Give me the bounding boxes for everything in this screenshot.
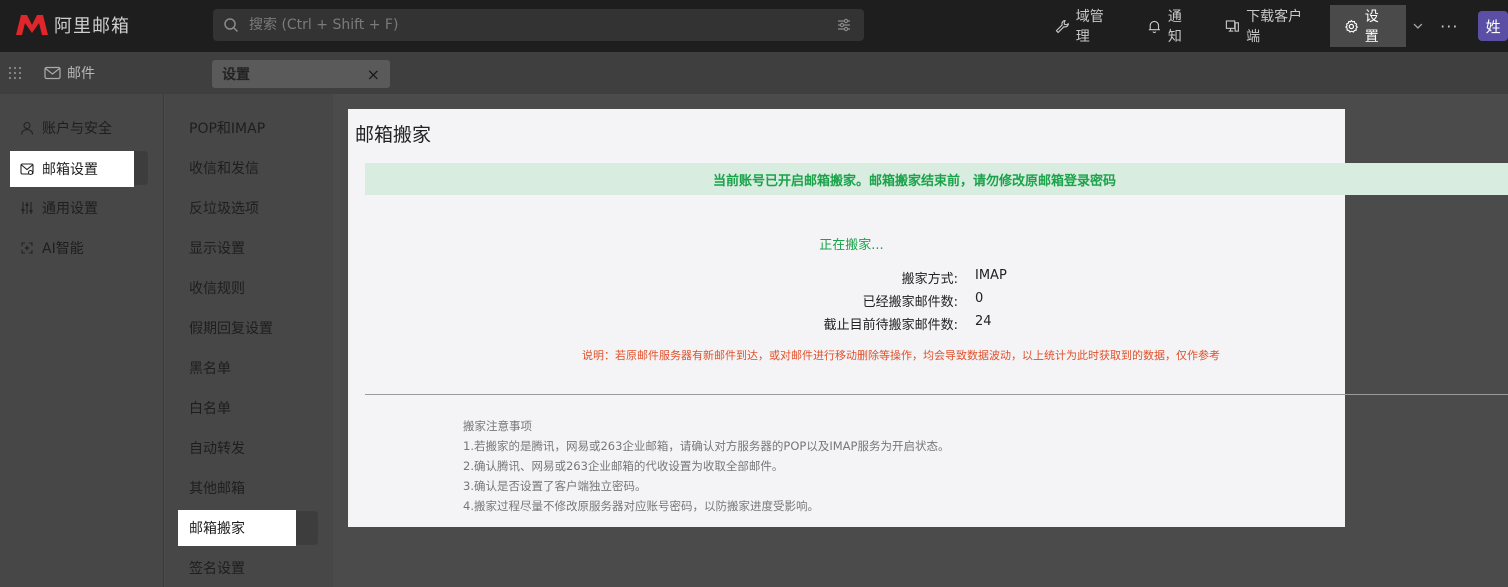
tip-item: 1.若搬家的是腾讯，网易或263企业邮箱，请确认对方服务器的POP以及IMAP服… (463, 439, 950, 453)
subnav-item-signature[interactable]: 签名设置 (178, 550, 296, 586)
notification-label: 通知 (1167, 9, 1182, 45)
nav-item-ai[interactable]: AI智能 (10, 230, 134, 266)
subnav-item-auto-forward[interactable]: 自动转发 (178, 430, 296, 466)
subnav-item-display[interactable]: 显示设置 (178, 230, 296, 266)
moved-count-value: 0 (975, 291, 984, 306)
migration-method-row: 搬家方式: IMAP (348, 268, 1345, 287)
nav-item-general-settings[interactable]: 通用设置 (10, 190, 134, 226)
dialog-title: 邮箱搬家 (355, 124, 432, 146)
subnav-item-pop-imap[interactable]: POP和IMAP (178, 110, 296, 146)
moved-count-label: 已经搬家邮件数: (862, 295, 958, 310)
domain-management-label: 域管理 (1075, 9, 1104, 45)
mailbox-settings-icon (20, 163, 34, 175)
migration-tips: 搬家注意事项 1.若搬家的是腾讯，网易或263企业邮箱，请确认对方服务器的POP… (463, 416, 949, 516)
pending-count-value: 24 (975, 314, 992, 329)
data-fluctuation-note: 说明：若原邮件服务器有新邮件到达，或对邮件进行移动删除等操作，均会导致数据波动，… (582, 349, 1220, 362)
bell-icon (1148, 20, 1160, 33)
mailbox-migration-dialog: 邮箱搬家 当前账号已开启邮箱搬家。邮箱搬家结束前，请勿修改原邮箱登录密码 正在搬… (348, 109, 1508, 527)
subnav-item-other-mailbox[interactable]: 其他邮箱 (178, 470, 296, 506)
nav-item-label: 邮箱设置 (42, 162, 98, 178)
wrench-icon (1055, 19, 1069, 33)
search-bar[interactable] (213, 9, 864, 41)
nav-item-mailbox-settings[interactable]: 邮箱设置 (10, 151, 134, 187)
migration-active-banner: 当前账号已开启邮箱搬家。邮箱搬家结束前，请勿修改原邮箱登录密码 (365, 163, 1508, 195)
migration-status: 正在搬家... (819, 238, 884, 253)
active-indicator (134, 151, 148, 185)
filter-icon[interactable] (836, 17, 852, 33)
close-tab-button[interactable]: × (367, 65, 380, 84)
nav-item-label: 账户与安全 (42, 121, 112, 137)
subnav-item-whitelist[interactable]: 白名单 (178, 390, 296, 426)
desktop-client-icon (1226, 19, 1240, 32)
top-bar: 阿里邮箱 域管理 通知 (0, 0, 1508, 52)
pending-count-row: 截止目前待搬家邮件数: 24 (348, 314, 1345, 333)
tip-item: 3.确认是否设置了客户端独立密码。 (463, 479, 647, 493)
settings-label: 设置 (1364, 9, 1379, 45)
avatar[interactable]: 姓 (1478, 11, 1508, 41)
pending-count-label: 截止目前待搬家邮件数: (823, 318, 958, 333)
logo-icon (16, 15, 48, 35)
tips-title: 搬家注意事项 (463, 419, 532, 433)
app-grid-icon[interactable] (8, 66, 22, 80)
nav-item-label: 通用设置 (42, 201, 98, 217)
search-icon (224, 18, 239, 33)
domain-management-button[interactable]: 域管理 (1040, 0, 1132, 52)
subnav-item-inbox-rules[interactable]: 收信规则 (178, 270, 296, 306)
logo-text: 阿里邮箱 (54, 16, 130, 37)
envelope-icon (44, 66, 61, 80)
top-actions: 域管理 通知 下载客户端 设置 ··· 姓 (1040, 0, 1508, 52)
tip-item: 4.搬家过程尽量不修改原服务器对应账号密码，以防搬家进度受影响。 (463, 499, 819, 513)
notification-button[interactable]: 通知 (1132, 0, 1210, 52)
nav-item-account-security[interactable]: 账户与安全 (10, 110, 134, 146)
nav-item-label: AI智能 (42, 241, 84, 257)
tab-settings-label: 设置 (222, 67, 250, 83)
search-input[interactable] (249, 17, 836, 33)
download-client-label: 下载客户端 (1246, 9, 1303, 45)
subnav-item-blacklist[interactable]: 黑名单 (178, 350, 296, 386)
tab-mail[interactable]: 邮件 (44, 63, 95, 83)
gear-icon (1345, 19, 1358, 33)
tab-bar: 邮件 设置 × (0, 52, 1508, 94)
settings-category-nav: 账户与安全 邮箱设置 通用设置 AI智能 (0, 94, 164, 587)
migration-method-value: IMAP (975, 268, 1007, 283)
subnav-item-antispam[interactable]: 反垃圾选项 (178, 190, 296, 226)
divider (365, 394, 1508, 395)
more-menu-button[interactable]: ··· (1430, 17, 1468, 36)
sliders-icon (21, 202, 33, 214)
chevron-down-icon[interactable] (1412, 20, 1424, 32)
user-icon (20, 121, 34, 135)
migration-method-label: 搬家方式: (901, 272, 958, 287)
tab-mail-label: 邮件 (67, 66, 95, 82)
ai-icon (21, 242, 33, 254)
tip-item: 2.确认腾讯、网易或263企业邮箱的代收设置为收取全部邮件。 (463, 459, 784, 473)
download-client-button[interactable]: 下载客户端 (1210, 0, 1330, 52)
subnav-item-mailbox-migration[interactable]: 邮箱搬家 (178, 510, 296, 546)
banner-text: 当前账号已开启邮箱搬家。邮箱搬家结束前，请勿修改原邮箱登录密码 (713, 173, 1117, 189)
mailbox-settings-subnav: POP和IMAP 收信和发信 反垃圾选项 显示设置 收信规则 假期回复设置 黑名… (165, 94, 333, 587)
subnav-item-vacation-reply[interactable]: 假期回复设置 (178, 310, 296, 346)
active-indicator (296, 511, 318, 545)
settings-button[interactable]: 设置 (1330, 5, 1407, 47)
moved-count-row: 已经搬家邮件数: 0 (348, 291, 1345, 310)
subnav-item-send-receive[interactable]: 收信和发信 (178, 150, 296, 186)
tab-settings[interactable]: 设置 × (212, 60, 390, 88)
app-logo[interactable]: 阿里邮箱 (14, 12, 130, 38)
